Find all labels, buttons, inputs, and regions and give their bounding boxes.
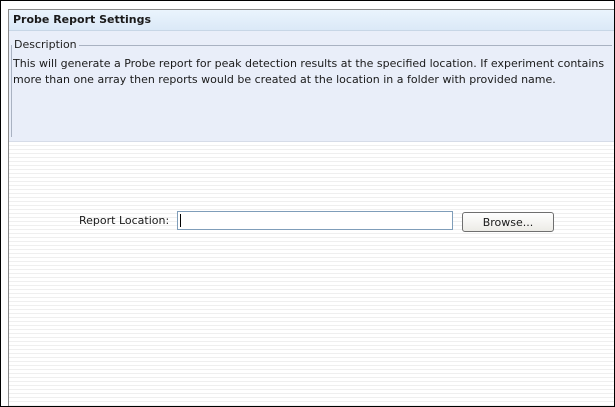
description-section: Description This will generate a Probe r… — [9, 31, 614, 142]
report-location-input[interactable] — [177, 211, 453, 230]
panel-header: Probe Report Settings — [9, 10, 614, 31]
report-location-label: Report Location: — [79, 214, 170, 227]
report-settings-panel: Probe Report Settings Description This w… — [8, 9, 614, 406]
browse-button[interactable]: Browse... — [462, 212, 554, 232]
text-cursor — [180, 214, 181, 227]
panel-title: Probe Report Settings — [13, 13, 152, 26]
description-legend: Description — [12, 38, 79, 51]
settings-form: Report Location: Browse... — [9, 142, 614, 406]
dialog-frame: Probe Report Settings Description This w… — [0, 0, 615, 407]
description-text: This will generate a Probe report for pe… — [13, 57, 605, 86]
